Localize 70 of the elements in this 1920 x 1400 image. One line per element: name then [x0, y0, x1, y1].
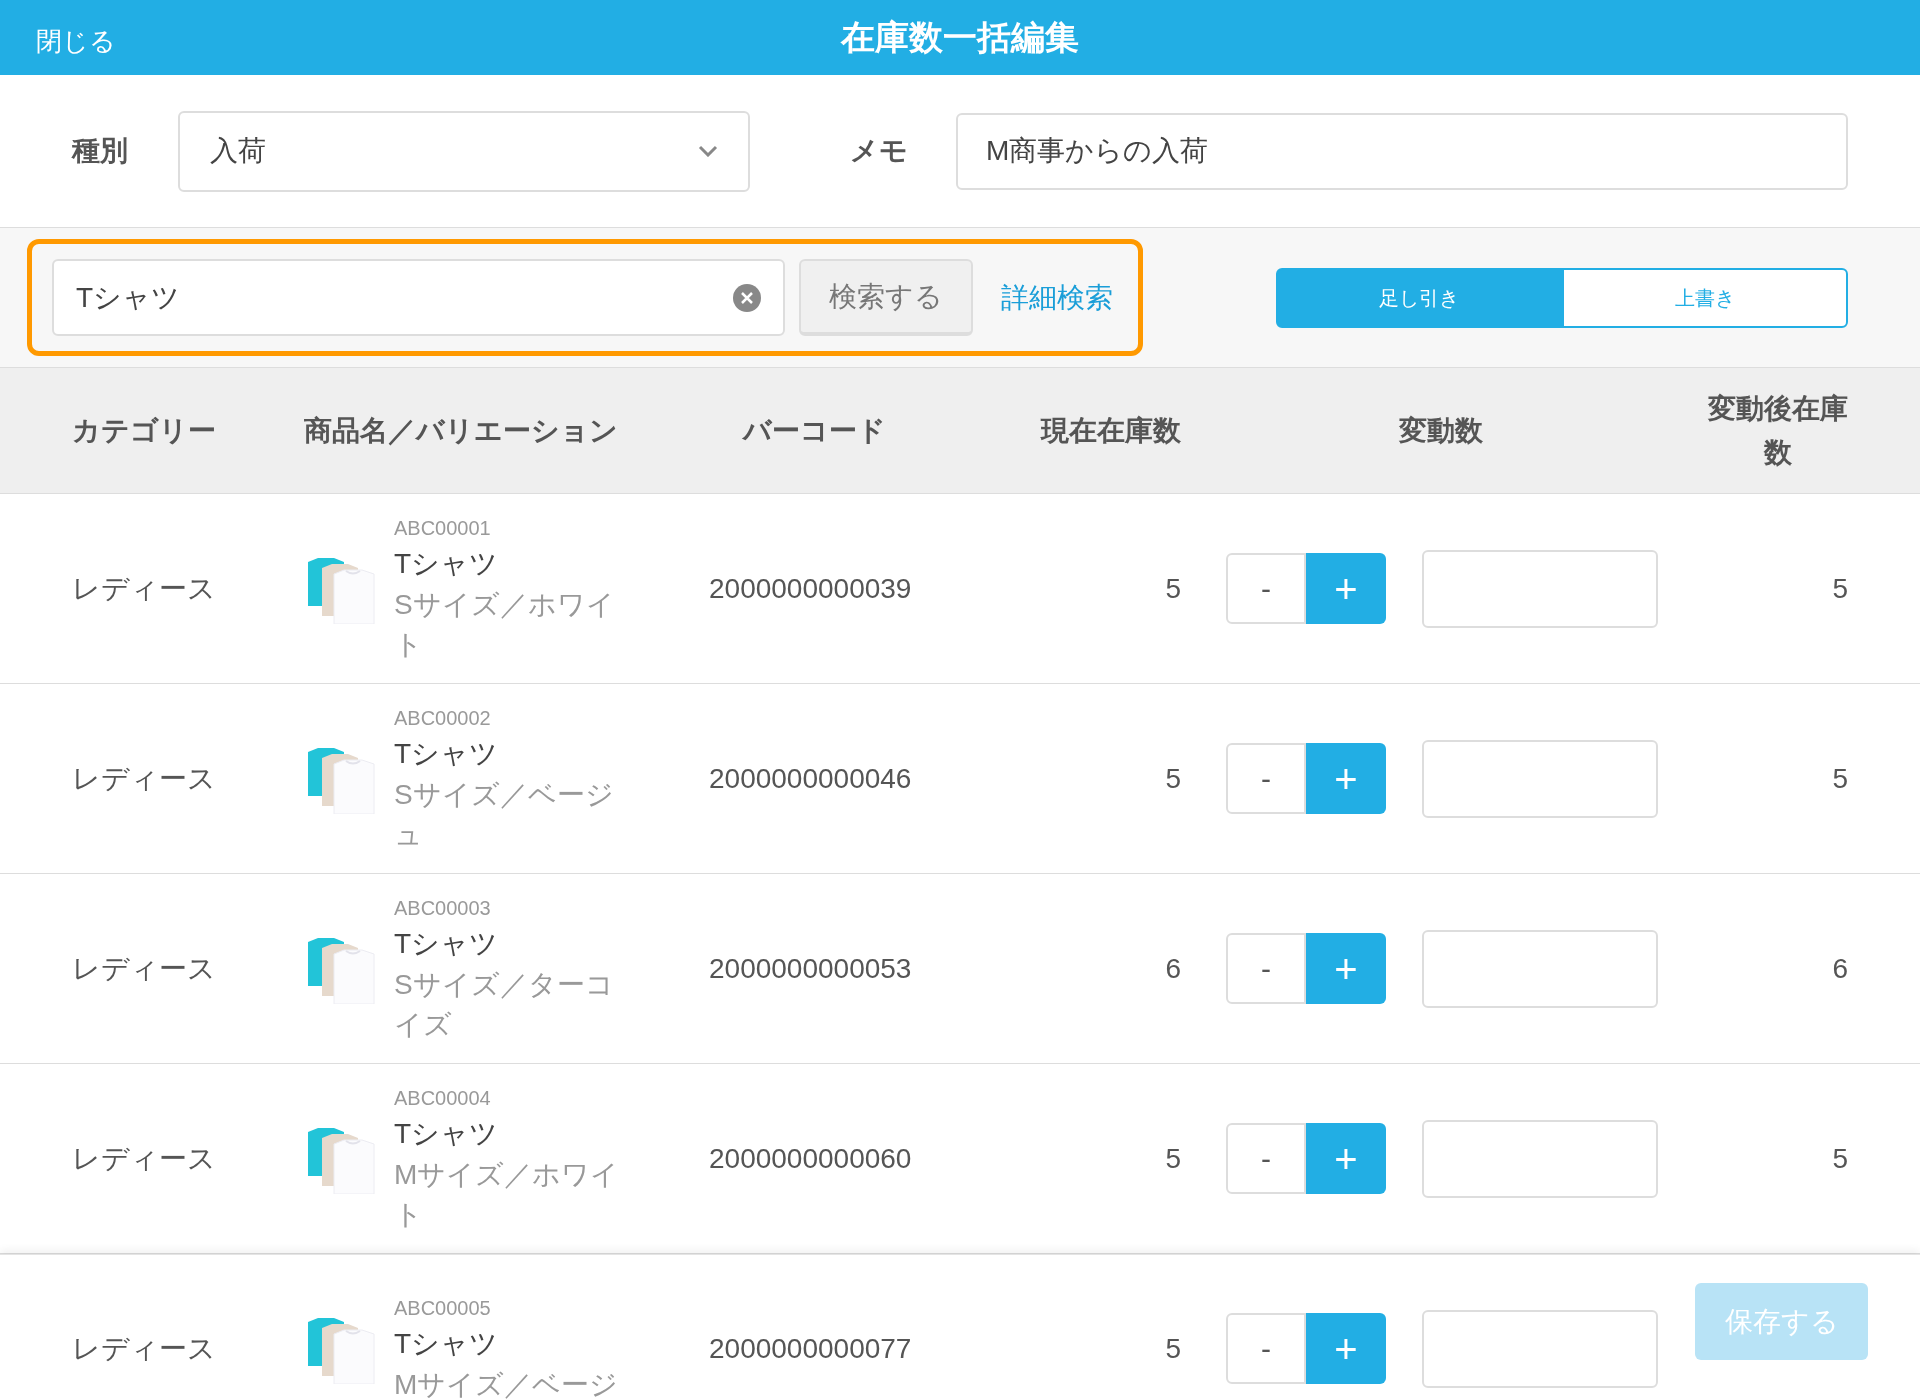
variant-name: Sサイズ／ターコイズ	[394, 967, 615, 1042]
product-name: Tシャツ	[394, 1326, 500, 1361]
decrement-button[interactable]: -	[1226, 1123, 1306, 1194]
barcode-cell-text: 2000000000046	[709, 761, 913, 796]
current-stock-cell-text: 6	[1164, 951, 1181, 986]
barcode-cell-text: 2000000000060	[709, 1141, 913, 1176]
column-header: 変動数	[1398, 413, 1484, 448]
window-title: 在庫数一括編集	[841, 17, 1079, 58]
column-header: カテゴリー	[72, 413, 217, 448]
category-cell-text: レディース	[72, 1141, 217, 1176]
type-select[interactable]: 入荷	[178, 110, 750, 192]
column-header: 変動後在庫数	[1708, 391, 1848, 470]
category-cell-text: レディース	[72, 761, 217, 796]
current-stock-cell-text: 5	[1164, 571, 1181, 606]
category-cell-text: レディース	[72, 1331, 217, 1366]
column-header: 商品名／バリエーション	[304, 413, 619, 448]
after-stock-cell-text: 5	[1831, 1141, 1848, 1176]
product-code: ABC00002	[394, 705, 492, 731]
change-input[interactable]	[1422, 739, 1658, 818]
category-cell-text: レディース	[72, 571, 217, 606]
product-code: ABC00001	[394, 515, 492, 541]
variant-name: Sサイズ／ホワイト	[394, 587, 616, 662]
product-name: Tシャツ	[394, 736, 500, 771]
current-stock-cell-text: 5	[1164, 1141, 1181, 1176]
after-stock-cell-text: 6	[1831, 951, 1848, 986]
decrement-button[interactable]: -	[1226, 553, 1306, 624]
variant-name: Sサイズ／ベージュ	[394, 777, 615, 852]
increment-button[interactable]: +	[1306, 933, 1386, 1004]
product-code: ABC00004	[394, 1085, 492, 1111]
product-code: ABC00005	[394, 1295, 492, 1321]
search-field[interactable]: Tシャツ	[52, 259, 785, 336]
barcode-cell-text: 2000000000077	[709, 1331, 913, 1366]
barcode-cell-text: 2000000000039	[709, 571, 913, 606]
increment-button[interactable]: +	[1306, 1123, 1386, 1194]
increment-button[interactable]: +	[1306, 743, 1386, 814]
search-button[interactable]: 検索する	[799, 259, 973, 336]
change-input[interactable]	[1422, 1119, 1658, 1198]
category-cell-text: レディース	[72, 951, 217, 986]
product-name: Tシャツ	[394, 926, 500, 961]
chevron-down-icon	[698, 145, 718, 157]
current-stock-cell-text: 5	[1164, 1331, 1181, 1366]
increment-button[interactable]: +	[1306, 553, 1386, 624]
advanced-search-link[interactable]: 詳細検索	[1001, 276, 1113, 319]
product-name: Tシャツ	[394, 546, 500, 581]
after-stock-cell-text: 5	[1831, 761, 1848, 796]
product-code: ABC00003	[394, 895, 492, 921]
memo-label: メモ	[850, 134, 909, 168]
search-value: Tシャツ	[76, 280, 181, 315]
column-header: バーコード	[741, 413, 887, 448]
change-input[interactable]	[1422, 1309, 1658, 1388]
column-header: 現在在庫数	[1039, 413, 1181, 448]
increment-button[interactable]: +	[1306, 1313, 1386, 1384]
variant-name: Mサイズ／ベージ	[394, 1367, 620, 1400]
barcode-cell-text: 2000000000053	[709, 951, 913, 986]
after-stock-cell-text: 5	[1831, 571, 1848, 606]
mode-tab[interactable]: 足し引き	[1276, 267, 1562, 328]
product-name: Tシャツ	[394, 1116, 500, 1151]
memo-field[interactable]: M商事からの入荷	[956, 112, 1848, 190]
mode-tab[interactable]: 上書き	[1562, 267, 1848, 328]
select-value: 入荷	[210, 134, 266, 168]
decrement-button[interactable]: -	[1226, 743, 1306, 814]
current-stock-cell-text: 5	[1164, 761, 1181, 796]
change-input[interactable]	[1422, 549, 1658, 628]
close-button[interactable]: 閉じる	[36, 22, 116, 61]
decrement-button[interactable]: -	[1226, 1313, 1306, 1384]
type-label: 種別	[72, 134, 129, 168]
change-input[interactable]	[1422, 929, 1658, 1008]
variant-name: Mサイズ／ホワイト	[394, 1157, 621, 1232]
clear-icon[interactable]	[733, 283, 761, 312]
decrement-button[interactable]: -	[1226, 933, 1306, 1004]
